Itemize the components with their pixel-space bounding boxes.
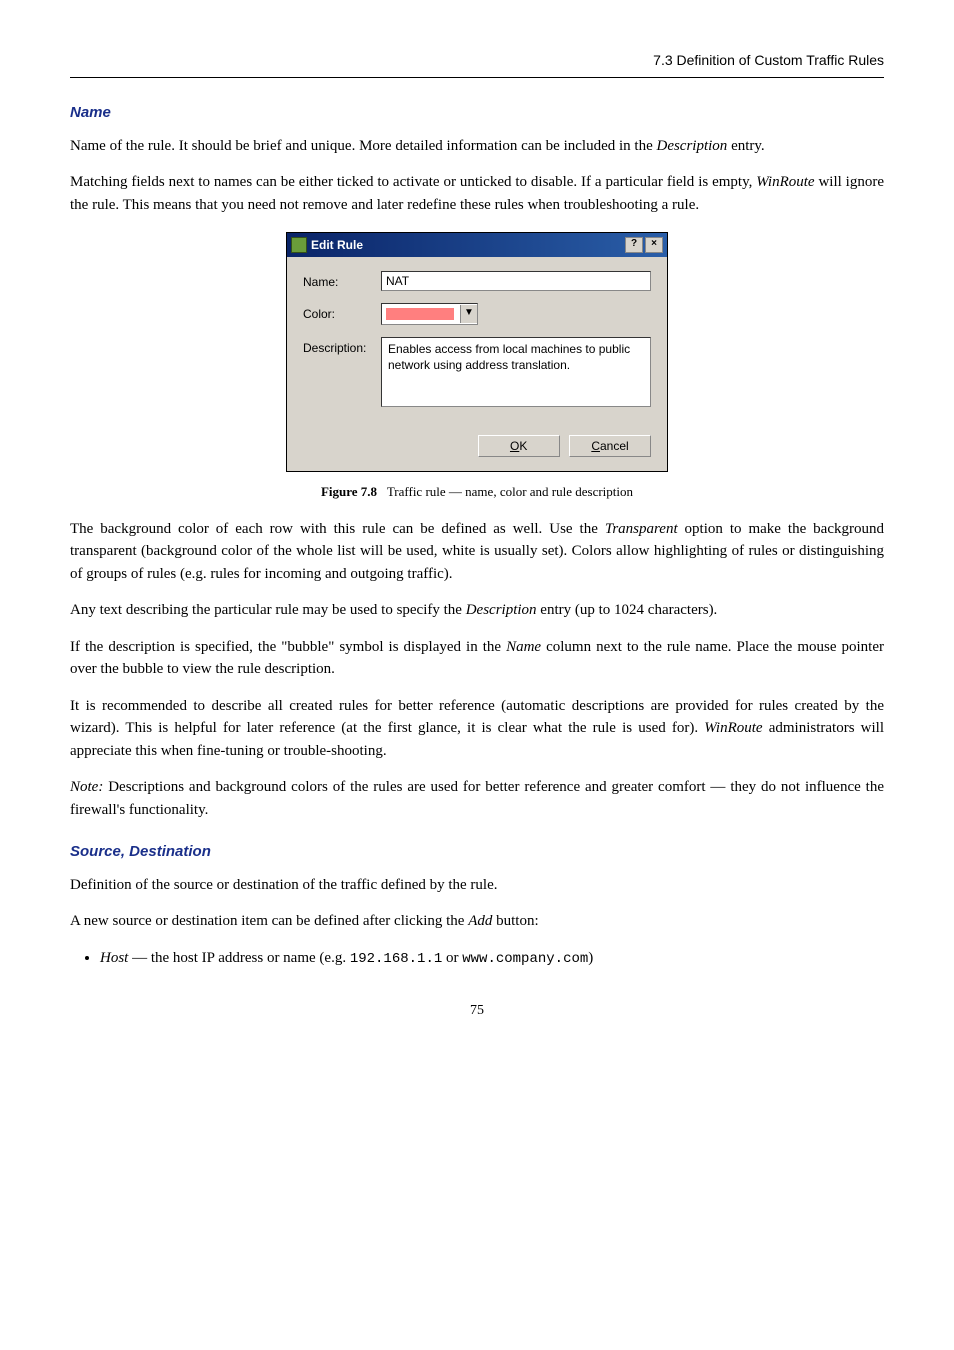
help-button[interactable]: ? <box>625 237 643 253</box>
dialog-icon <box>291 237 307 253</box>
text-italic: Transparent <box>605 521 678 537</box>
figure-label: Figure 7.8 <box>321 484 377 499</box>
paragraph: Definition of the source or destination … <box>70 874 884 897</box>
edit-rule-dialog: Edit Rule ? × Name: Color: ▼ <box>286 232 668 472</box>
name-label: Name: <box>303 271 381 291</box>
text: A new source or destination item can be … <box>70 913 468 929</box>
text: Any text describing the particular rule … <box>70 602 466 618</box>
description-label: Description: <box>303 337 381 407</box>
color-swatch <box>386 308 454 320</box>
text-italic: Description <box>466 602 537 618</box>
text-italic: Description <box>656 138 727 154</box>
paragraph: Note: Descriptions and background colors… <box>70 776 884 821</box>
paragraph: Matching fields next to names can be eit… <box>70 171 884 216</box>
paragraph: If the description is specified, the "bu… <box>70 636 884 681</box>
color-label: Color: <box>303 303 381 325</box>
text: ) <box>588 950 593 966</box>
ok-label: K <box>519 439 527 453</box>
text: or <box>442 950 462 966</box>
dialog-body: Name: Color: ▼ Description: Enables acce… <box>287 257 667 429</box>
paragraph: Name of the rule. It should be brief and… <box>70 135 884 158</box>
text-italic: WinRoute <box>756 174 814 190</box>
cancel-button[interactable]: Cancel <box>569 435 651 457</box>
paragraph: The background color of each row with th… <box>70 518 884 586</box>
text-italic: Name <box>506 639 541 655</box>
figure-caption: Figure 7.8 Traffic rule — name, color an… <box>70 482 884 502</box>
text-mono: 192.168.1.1 <box>350 951 442 967</box>
page-header: 7.3 Definition of Custom Traffic Rules <box>70 50 884 78</box>
figure-caption-text: Traffic rule — name, color and rule desc… <box>387 484 633 499</box>
name-input[interactable] <box>381 271 651 291</box>
figure-container: Edit Rule ? × Name: Color: ▼ <box>70 232 884 502</box>
text: Name of the rule. It should be brief and… <box>70 138 656 154</box>
text: entry. <box>727 138 764 154</box>
color-dropdown[interactable]: ▼ <box>381 303 478 325</box>
section-heading-name: Name <box>70 102 884 125</box>
chevron-down-icon: ▼ <box>460 305 477 323</box>
text-italic: WinRoute <box>704 720 762 736</box>
text-italic: Host <box>100 950 128 966</box>
ok-button[interactable]: OK <box>478 435 560 457</box>
text: If the description is specified, the "bu… <box>70 639 506 655</box>
list-item: Host — the host IP address or name (e.g.… <box>100 947 884 970</box>
text: button: <box>492 913 538 929</box>
dialog-title: Edit Rule <box>311 236 623 254</box>
text-italic: Add <box>468 913 492 929</box>
bullet-list: Host — the host IP address or name (e.g.… <box>100 947 884 970</box>
paragraph: A new source or destination item can be … <box>70 910 884 933</box>
text: entry (up to 1024 characters). <box>537 602 718 618</box>
dialog-button-row: OK Cancel <box>287 429 667 471</box>
text: Matching fields next to names can be eit… <box>70 174 756 190</box>
paragraph: It is recommended to describe all create… <box>70 695 884 763</box>
text: Descriptions and background colors of th… <box>70 779 884 818</box>
note-label: Note: <box>70 779 103 795</box>
text-mono: www.company.com <box>462 951 588 967</box>
section-heading-source-destination: Source, Destination <box>70 841 884 864</box>
paragraph: Any text describing the particular rule … <box>70 599 884 622</box>
cancel-label: ancel <box>600 439 629 453</box>
page-number: 75 <box>70 1000 884 1021</box>
text: The background color of each row with th… <box>70 521 605 537</box>
description-textarea[interactable]: Enables access from local machines to pu… <box>381 337 651 407</box>
text: — the host IP address or name (e.g. <box>128 950 349 966</box>
dialog-titlebar: Edit Rule ? × <box>287 233 667 257</box>
close-button[interactable]: × <box>645 237 663 253</box>
